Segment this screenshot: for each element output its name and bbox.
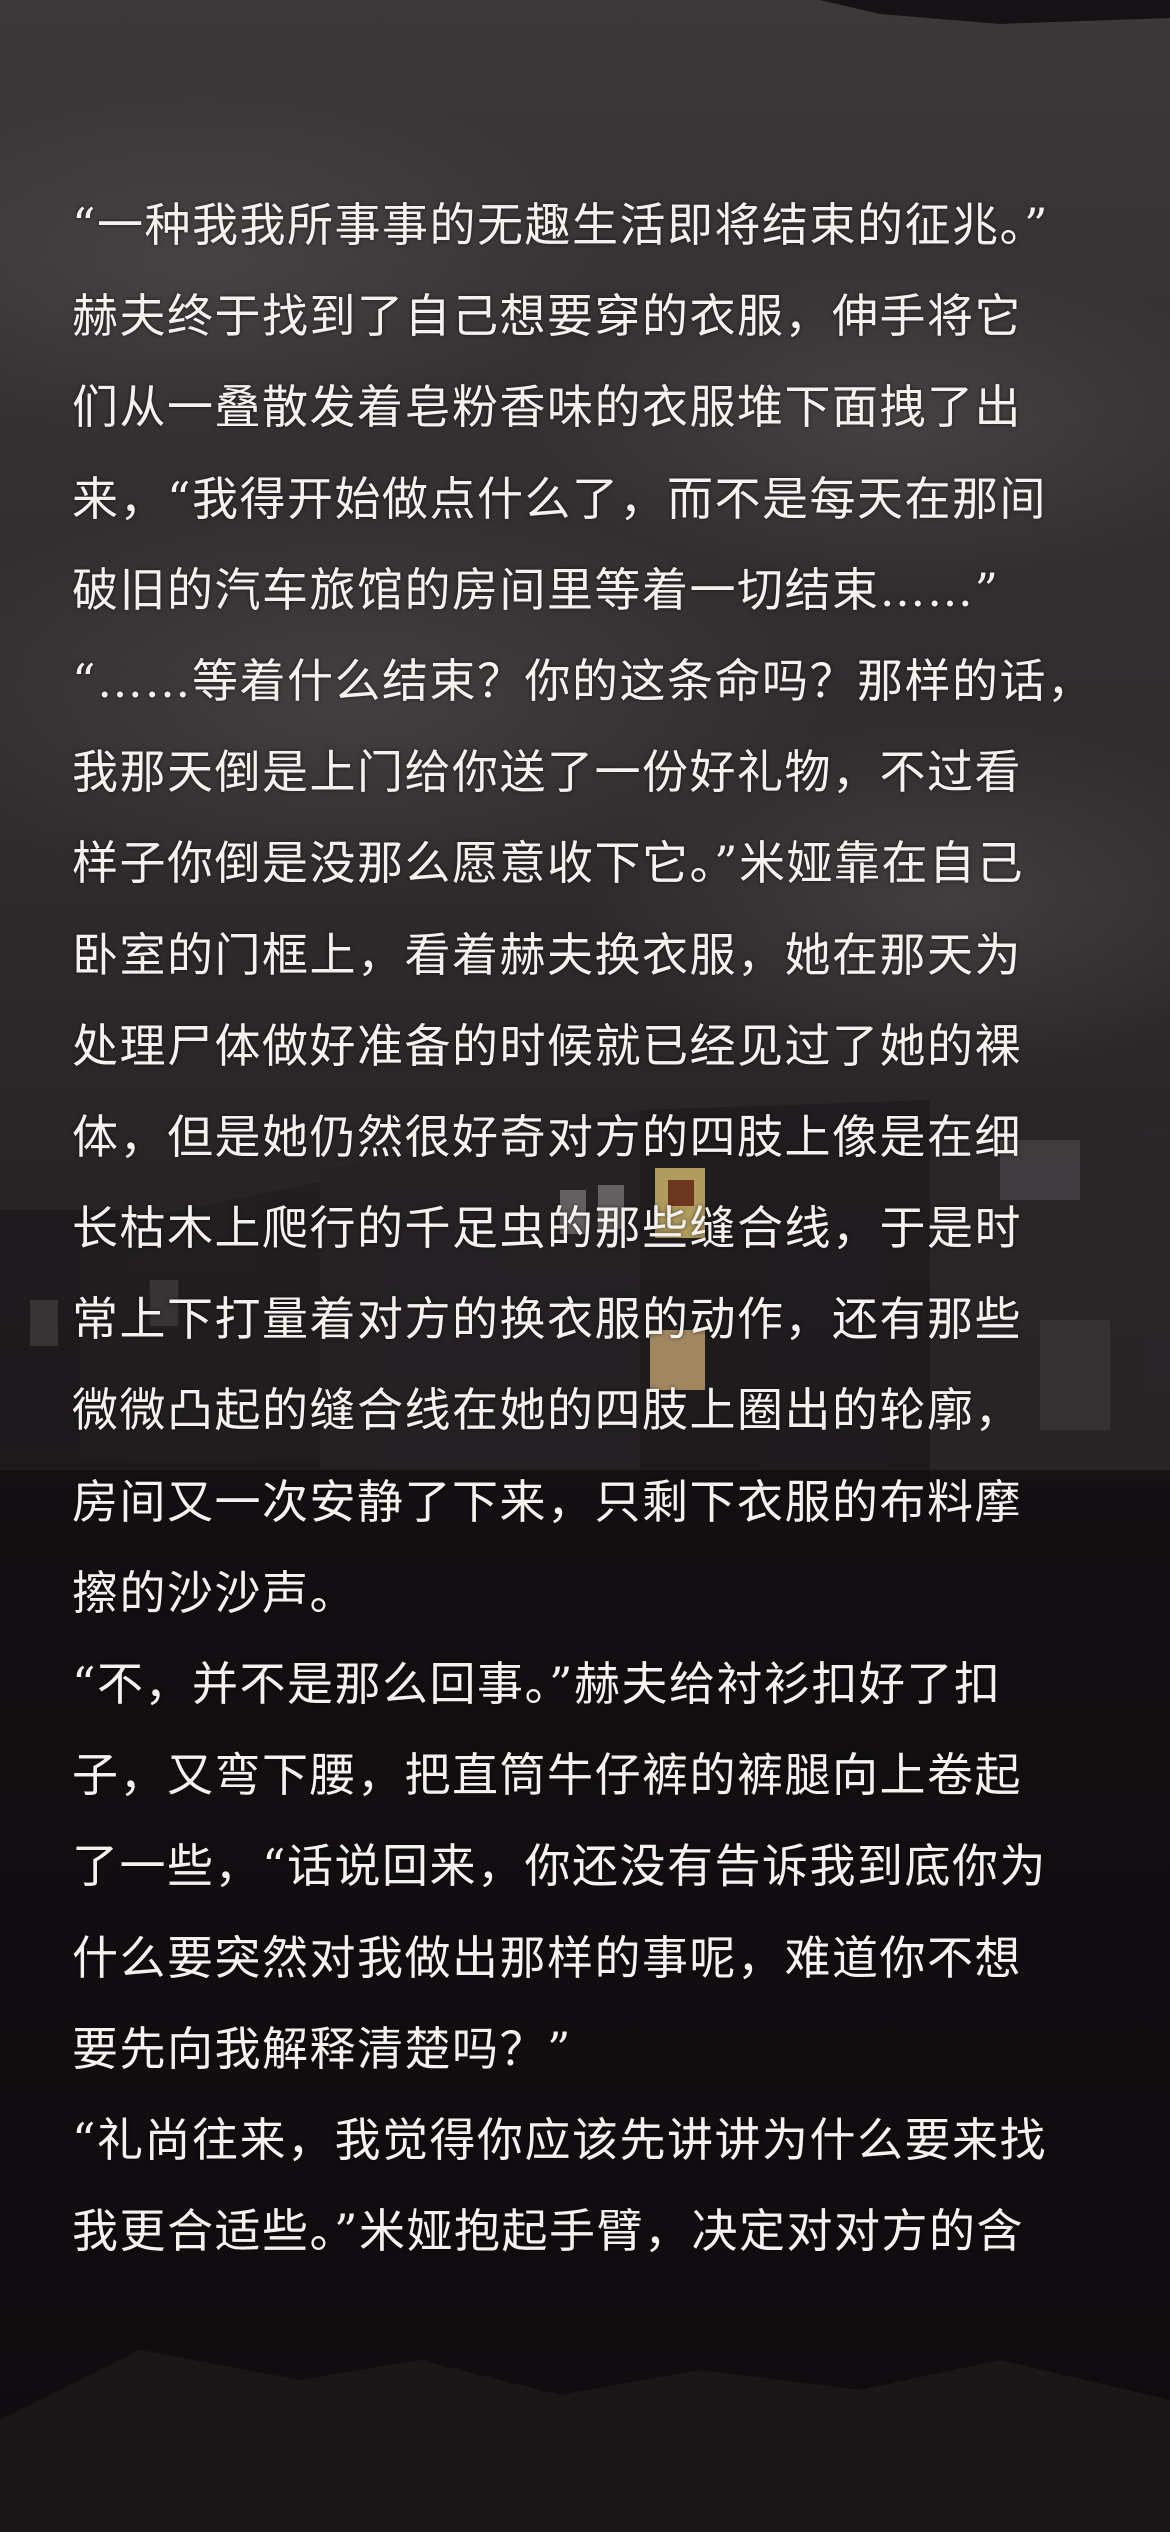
story-line: “……等着什么结束？你的这条命吗？那样的话， — [72, 653, 1095, 708]
story-line: 房间又一次安静了下来，只剩下衣服的布料摩 — [72, 1474, 1022, 1529]
story-page[interactable]: “一种我我所事事的无趣生活即将结束的征兆。” 赫夫终于找到了自己想要穿的衣服，伸… — [0, 0, 1170, 2532]
story-line: “一种我我所事事的无趣生活即将结束的征兆。” — [72, 198, 1050, 252]
story-line: 什么要突然对我做出那样的事呢，难道你不想 — [72, 1930, 1022, 1985]
story-line: “礼尚往来，我觉得你应该先讲讲为什么要来找 — [72, 2112, 1048, 2167]
story-line: 赫夫终于找到了自己想要穿的衣服，伸手将它 — [72, 289, 1022, 344]
story-line: 体，但是她仍然很好奇对方的四肢上像是在细 — [72, 1109, 1022, 1164]
story-line: 长枯木上爬行的千足虫的那些缝合线，于是时 — [72, 1201, 1022, 1256]
story-line: 子，又弯下腰，把直筒牛仔裤的裤腿向上卷起 — [72, 1748, 1022, 1803]
story-line: 我更合适些。”米娅抱起手臂，决定对对方的含 — [72, 2204, 1025, 2259]
story-line: 微微凸起的缝合线在她的四肢上圈出的轮廓， — [72, 1383, 1022, 1438]
story-text: “一种我我所事事的无趣生活即将结束的征兆。” 赫夫终于找到了自己想要穿的衣服，伸… — [72, 180, 1112, 2277]
story-line: 样子你倒是没那么愿意收下它。”米娅靠在自己 — [72, 836, 1025, 891]
story-line: 来，“我得开始做点什么了，而不是每天在那间 — [72, 471, 1048, 526]
story-line: 了一些，“话说回来，你还没有告诉我到底你为 — [72, 1839, 1048, 1894]
story-line: 擦的沙沙声。 — [72, 1565, 357, 1620]
story-line: “不，并不是那么回事。”赫夫给衬衫扣好了扣 — [72, 1657, 1002, 1711]
story-line: 要先向我解释清楚吗？” — [72, 2021, 573, 2076]
story-line: 我那天倒是上门给你送了一份好礼物，不过看 — [72, 745, 1022, 800]
story-line: 卧室的门框上，看着赫夫换衣服，她在那天为 — [72, 927, 1022, 982]
story-line: 破旧的汽车旅馆的房间里等着一切结束……” — [72, 562, 1000, 617]
story-line: 们从一叠散发着皂粉香味的衣服堆下面拽了出 — [72, 380, 1022, 435]
story-line: 常上下打量着对方的换衣服的动作，还有那些 — [72, 1292, 1022, 1347]
story-line: 处理尸体做好准备的时候就已经见过了她的裸 — [72, 1018, 1022, 1073]
